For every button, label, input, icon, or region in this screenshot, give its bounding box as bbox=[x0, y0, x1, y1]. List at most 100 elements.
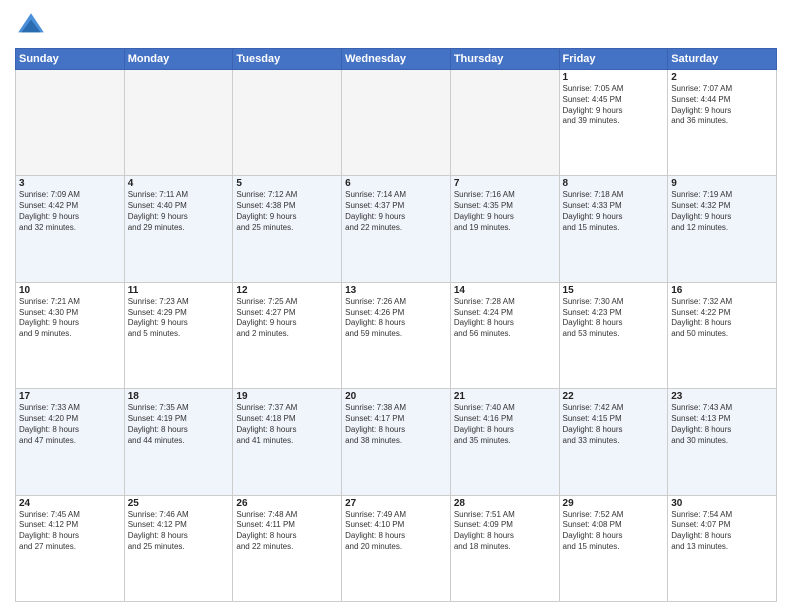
day-info: Sunrise: 7:26 AM Sunset: 4:26 PM Dayligh… bbox=[345, 297, 447, 340]
day-info: Sunrise: 7:51 AM Sunset: 4:09 PM Dayligh… bbox=[454, 510, 556, 553]
day-info: Sunrise: 7:05 AM Sunset: 4:45 PM Dayligh… bbox=[563, 84, 665, 127]
day-cell: 27Sunrise: 7:49 AM Sunset: 4:10 PM Dayli… bbox=[342, 495, 451, 601]
weekday-thursday: Thursday bbox=[450, 49, 559, 70]
day-cell bbox=[233, 70, 342, 176]
day-number: 9 bbox=[671, 178, 773, 189]
day-cell: 28Sunrise: 7:51 AM Sunset: 4:09 PM Dayli… bbox=[450, 495, 559, 601]
weekday-sunday: Sunday bbox=[16, 49, 125, 70]
weekday-saturday: Saturday bbox=[668, 49, 777, 70]
day-cell: 8Sunrise: 7:18 AM Sunset: 4:33 PM Daylig… bbox=[559, 176, 668, 282]
day-info: Sunrise: 7:09 AM Sunset: 4:42 PM Dayligh… bbox=[19, 190, 121, 233]
day-cell: 6Sunrise: 7:14 AM Sunset: 4:37 PM Daylig… bbox=[342, 176, 451, 282]
day-number: 7 bbox=[454, 178, 556, 189]
day-number: 3 bbox=[19, 178, 121, 189]
day-info: Sunrise: 7:38 AM Sunset: 4:17 PM Dayligh… bbox=[345, 403, 447, 446]
day-number: 13 bbox=[345, 285, 447, 296]
day-number: 28 bbox=[454, 498, 556, 509]
day-info: Sunrise: 7:42 AM Sunset: 4:15 PM Dayligh… bbox=[563, 403, 665, 446]
day-number: 18 bbox=[128, 391, 230, 402]
day-info: Sunrise: 7:28 AM Sunset: 4:24 PM Dayligh… bbox=[454, 297, 556, 340]
day-info: Sunrise: 7:32 AM Sunset: 4:22 PM Dayligh… bbox=[671, 297, 773, 340]
day-info: Sunrise: 7:11 AM Sunset: 4:40 PM Dayligh… bbox=[128, 190, 230, 233]
day-cell: 24Sunrise: 7:45 AM Sunset: 4:12 PM Dayli… bbox=[16, 495, 125, 601]
day-cell: 21Sunrise: 7:40 AM Sunset: 4:16 PM Dayli… bbox=[450, 389, 559, 495]
day-cell: 12Sunrise: 7:25 AM Sunset: 4:27 PM Dayli… bbox=[233, 282, 342, 388]
day-number: 29 bbox=[563, 498, 665, 509]
day-cell: 20Sunrise: 7:38 AM Sunset: 4:17 PM Dayli… bbox=[342, 389, 451, 495]
day-cell: 4Sunrise: 7:11 AM Sunset: 4:40 PM Daylig… bbox=[124, 176, 233, 282]
day-cell: 14Sunrise: 7:28 AM Sunset: 4:24 PM Dayli… bbox=[450, 282, 559, 388]
day-info: Sunrise: 7:14 AM Sunset: 4:37 PM Dayligh… bbox=[345, 190, 447, 233]
day-number: 14 bbox=[454, 285, 556, 296]
day-info: Sunrise: 7:16 AM Sunset: 4:35 PM Dayligh… bbox=[454, 190, 556, 233]
day-info: Sunrise: 7:49 AM Sunset: 4:10 PM Dayligh… bbox=[345, 510, 447, 553]
day-number: 19 bbox=[236, 391, 338, 402]
day-info: Sunrise: 7:45 AM Sunset: 4:12 PM Dayligh… bbox=[19, 510, 121, 553]
calendar: SundayMondayTuesdayWednesdayThursdayFrid… bbox=[15, 48, 777, 602]
day-info: Sunrise: 7:54 AM Sunset: 4:07 PM Dayligh… bbox=[671, 510, 773, 553]
day-info: Sunrise: 7:40 AM Sunset: 4:16 PM Dayligh… bbox=[454, 403, 556, 446]
day-cell: 9Sunrise: 7:19 AM Sunset: 4:32 PM Daylig… bbox=[668, 176, 777, 282]
week-row-5: 24Sunrise: 7:45 AM Sunset: 4:12 PM Dayli… bbox=[16, 495, 777, 601]
day-number: 11 bbox=[128, 285, 230, 296]
day-info: Sunrise: 7:19 AM Sunset: 4:32 PM Dayligh… bbox=[671, 190, 773, 233]
day-cell: 26Sunrise: 7:48 AM Sunset: 4:11 PM Dayli… bbox=[233, 495, 342, 601]
header bbox=[15, 10, 777, 42]
day-number: 22 bbox=[563, 391, 665, 402]
day-info: Sunrise: 7:52 AM Sunset: 4:08 PM Dayligh… bbox=[563, 510, 665, 553]
day-cell: 11Sunrise: 7:23 AM Sunset: 4:29 PM Dayli… bbox=[124, 282, 233, 388]
week-row-4: 17Sunrise: 7:33 AM Sunset: 4:20 PM Dayli… bbox=[16, 389, 777, 495]
day-cell: 25Sunrise: 7:46 AM Sunset: 4:12 PM Dayli… bbox=[124, 495, 233, 601]
day-cell: 1Sunrise: 7:05 AM Sunset: 4:45 PM Daylig… bbox=[559, 70, 668, 176]
day-cell bbox=[342, 70, 451, 176]
weekday-tuesday: Tuesday bbox=[233, 49, 342, 70]
day-info: Sunrise: 7:30 AM Sunset: 4:23 PM Dayligh… bbox=[563, 297, 665, 340]
week-row-3: 10Sunrise: 7:21 AM Sunset: 4:30 PM Dayli… bbox=[16, 282, 777, 388]
weekday-friday: Friday bbox=[559, 49, 668, 70]
day-info: Sunrise: 7:43 AM Sunset: 4:13 PM Dayligh… bbox=[671, 403, 773, 446]
day-number: 26 bbox=[236, 498, 338, 509]
day-cell: 7Sunrise: 7:16 AM Sunset: 4:35 PM Daylig… bbox=[450, 176, 559, 282]
day-info: Sunrise: 7:25 AM Sunset: 4:27 PM Dayligh… bbox=[236, 297, 338, 340]
week-row-1: 1Sunrise: 7:05 AM Sunset: 4:45 PM Daylig… bbox=[16, 70, 777, 176]
day-number: 30 bbox=[671, 498, 773, 509]
day-info: Sunrise: 7:23 AM Sunset: 4:29 PM Dayligh… bbox=[128, 297, 230, 340]
day-cell: 2Sunrise: 7:07 AM Sunset: 4:44 PM Daylig… bbox=[668, 70, 777, 176]
day-number: 23 bbox=[671, 391, 773, 402]
day-number: 21 bbox=[454, 391, 556, 402]
day-cell: 22Sunrise: 7:42 AM Sunset: 4:15 PM Dayli… bbox=[559, 389, 668, 495]
day-number: 27 bbox=[345, 498, 447, 509]
day-number: 5 bbox=[236, 178, 338, 189]
day-info: Sunrise: 7:33 AM Sunset: 4:20 PM Dayligh… bbox=[19, 403, 121, 446]
day-cell: 30Sunrise: 7:54 AM Sunset: 4:07 PM Dayli… bbox=[668, 495, 777, 601]
day-number: 8 bbox=[563, 178, 665, 189]
day-number: 1 bbox=[563, 72, 665, 83]
day-cell bbox=[124, 70, 233, 176]
weekday-wednesday: Wednesday bbox=[342, 49, 451, 70]
day-number: 16 bbox=[671, 285, 773, 296]
day-cell: 5Sunrise: 7:12 AM Sunset: 4:38 PM Daylig… bbox=[233, 176, 342, 282]
day-number: 17 bbox=[19, 391, 121, 402]
day-number: 24 bbox=[19, 498, 121, 509]
day-cell: 17Sunrise: 7:33 AM Sunset: 4:20 PM Dayli… bbox=[16, 389, 125, 495]
day-info: Sunrise: 7:35 AM Sunset: 4:19 PM Dayligh… bbox=[128, 403, 230, 446]
day-cell: 23Sunrise: 7:43 AM Sunset: 4:13 PM Dayli… bbox=[668, 389, 777, 495]
logo bbox=[15, 10, 51, 42]
day-number: 25 bbox=[128, 498, 230, 509]
day-info: Sunrise: 7:18 AM Sunset: 4:33 PM Dayligh… bbox=[563, 190, 665, 233]
day-cell: 19Sunrise: 7:37 AM Sunset: 4:18 PM Dayli… bbox=[233, 389, 342, 495]
weekday-header-row: SundayMondayTuesdayWednesdayThursdayFrid… bbox=[16, 49, 777, 70]
day-cell: 29Sunrise: 7:52 AM Sunset: 4:08 PM Dayli… bbox=[559, 495, 668, 601]
day-number: 10 bbox=[19, 285, 121, 296]
logo-icon bbox=[15, 10, 47, 42]
day-cell: 18Sunrise: 7:35 AM Sunset: 4:19 PM Dayli… bbox=[124, 389, 233, 495]
day-cell bbox=[450, 70, 559, 176]
day-number: 15 bbox=[563, 285, 665, 296]
day-cell: 13Sunrise: 7:26 AM Sunset: 4:26 PM Dayli… bbox=[342, 282, 451, 388]
day-info: Sunrise: 7:46 AM Sunset: 4:12 PM Dayligh… bbox=[128, 510, 230, 553]
day-info: Sunrise: 7:12 AM Sunset: 4:38 PM Dayligh… bbox=[236, 190, 338, 233]
day-number: 20 bbox=[345, 391, 447, 402]
day-number: 6 bbox=[345, 178, 447, 189]
day-number: 2 bbox=[671, 72, 773, 83]
day-cell: 10Sunrise: 7:21 AM Sunset: 4:30 PM Dayli… bbox=[16, 282, 125, 388]
